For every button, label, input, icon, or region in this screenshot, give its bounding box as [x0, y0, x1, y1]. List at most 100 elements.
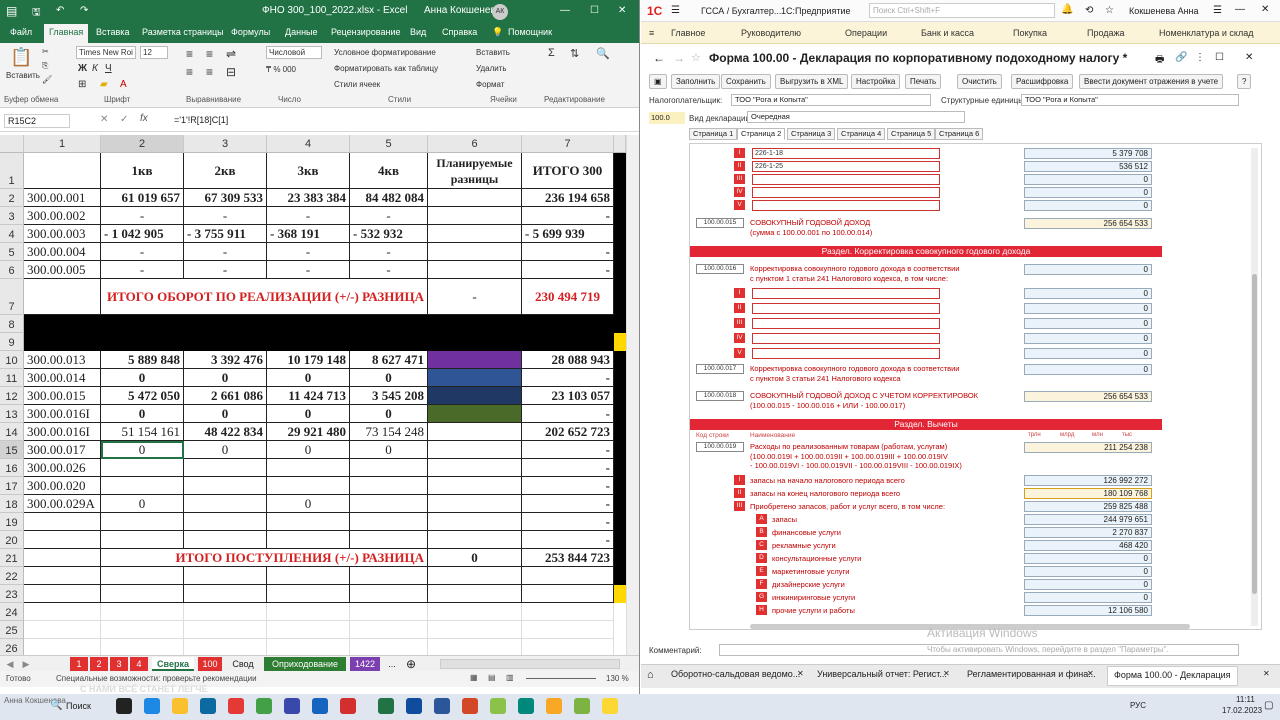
cell-header-planned[interactable]: Планируемые разницы: [428, 153, 522, 189]
cell-r3-c7[interactable]: -: [522, 207, 614, 225]
cell-r20-c1[interactable]: [24, 531, 101, 549]
nav-main[interactable]: Главное: [671, 28, 705, 38]
row-header-16[interactable]: 16: [0, 459, 24, 477]
amount-field[interactable]: 0: [1024, 592, 1152, 603]
cell-r15-c4[interactable]: 0: [267, 441, 350, 459]
font-color-icon[interactable]: A: [120, 79, 127, 90]
app-icon-green[interactable]: [256, 698, 272, 714]
app-icon-android[interactable]: [574, 698, 590, 714]
r017-value[interactable]: 0: [1024, 364, 1152, 375]
maximize-icon[interactable]: ☐: [590, 5, 599, 16]
link-icon[interactable]: 🔗: [1175, 52, 1187, 63]
cell-r5-c5[interactable]: -: [350, 243, 428, 261]
cell-r16-c3[interactable]: [184, 459, 267, 477]
cell-r3-c4[interactable]: -: [267, 207, 350, 225]
empty-cell[interactable]: [267, 585, 350, 603]
italic-button[interactable]: К: [92, 63, 98, 74]
cell-r19-c1[interactable]: [24, 513, 101, 531]
cell-r20-c5[interactable]: [350, 531, 428, 549]
number-format-select[interactable]: Числовой: [266, 46, 322, 59]
cell-r3-c5[interactable]: -: [350, 207, 428, 225]
r015-value[interactable]: 256 654 533: [1024, 218, 1152, 229]
cell-r19-c7[interactable]: -: [522, 513, 614, 531]
row-header-12[interactable]: 12: [0, 387, 24, 405]
row-header-22[interactable]: 22: [0, 567, 24, 585]
empty-cell[interactable]: [350, 567, 428, 585]
empty-cell[interactable]: [184, 603, 267, 621]
cell-r14-c7[interactable]: 202 652 723: [522, 423, 614, 441]
cell-r12-c5[interactable]: 3 545 208: [350, 387, 428, 405]
sheet-tab-1[interactable]: 1: [70, 657, 88, 671]
save-icon[interactable]: 🖫: [32, 5, 41, 22]
cell-r11-c4[interactable]: 0: [267, 369, 350, 387]
sheet-tab-more[interactable]: ...: [384, 657, 400, 671]
total-receipts-label[interactable]: ИТОГО ПОСТУПЛЕНИЯ (+/-) РАЗНИЦА: [101, 549, 428, 567]
cell-r17-c1[interactable]: 300.00.020: [24, 477, 101, 495]
cut-icon[interactable]: ✂: [42, 47, 49, 56]
cell-r17-c7[interactable]: -: [522, 477, 614, 495]
empty-cell[interactable]: [350, 585, 428, 603]
word-icon[interactable]: [434, 698, 450, 714]
record-app-icon[interactable]: [116, 698, 132, 714]
col-header-2[interactable]: 2: [101, 135, 184, 153]
cell-r16-c5[interactable]: [350, 459, 428, 477]
edge-icon[interactable]: [144, 698, 160, 714]
cell-r17-c4[interactable]: [267, 477, 350, 495]
cell-r5-c4[interactable]: -: [267, 243, 350, 261]
empty-cell[interactable]: [428, 567, 522, 585]
cell-r5-c3[interactable]: -: [184, 243, 267, 261]
amount-field[interactable]: 2 270 837: [1024, 527, 1152, 538]
amount-field[interactable]: 12 106 580: [1024, 605, 1152, 616]
tab-home[interactable]: Главная: [44, 24, 89, 43]
cell-r6-c7[interactable]: -: [522, 261, 614, 279]
accessibility-status[interactable]: Специальные возможности: проверьте реком…: [56, 674, 257, 683]
empty-cell[interactable]: [428, 603, 522, 621]
cell-r5-c2[interactable]: -: [101, 243, 184, 261]
form-scrollbar-thumb[interactable]: [1252, 274, 1257, 594]
col-header-4[interactable]: 4: [267, 135, 350, 153]
vertical-scrollbar[interactable]: [626, 135, 639, 655]
sheet-tab-oprihodovanie[interactable]: Оприходование: [264, 657, 346, 671]
nav-manager[interactable]: Руководителю: [741, 28, 801, 38]
sheet-tab-2[interactable]: 2: [90, 657, 108, 671]
cell-r11-c1[interactable]: 300.00.014: [24, 369, 101, 387]
empty-cell[interactable]: [428, 585, 522, 603]
amount-field[interactable]: 0: [1024, 288, 1152, 299]
cell-r6-c5[interactable]: -: [350, 261, 428, 279]
r019-value[interactable]: 211 254 238: [1024, 442, 1152, 453]
name-box[interactable]: R15C2: [4, 114, 70, 128]
empty-cell[interactable]: [184, 585, 267, 603]
tab-formulas[interactable]: Формулы: [231, 27, 270, 37]
cell-r2-c7[interactable]: 236 194 658: [522, 189, 614, 207]
row-header-24[interactable]: 24: [0, 603, 24, 621]
cell-a7[interactable]: [24, 279, 101, 315]
cell-r6-c1[interactable]: 300.00.005: [24, 261, 101, 279]
fx-icon[interactable]: fx: [140, 113, 148, 124]
total-turnover-label[interactable]: ИТОГО ОБОРОТ ПО РЕАЛИЗАЦИИ (+/-) РАЗНИЦА: [101, 279, 428, 315]
close-icon[interactable]: ✕: [618, 5, 626, 16]
forward-icon[interactable]: →: [673, 51, 685, 65]
cell-r19-c3[interactable]: [184, 513, 267, 531]
r016-value[interactable]: 0: [1024, 264, 1152, 275]
amount-field[interactable]: 0: [1024, 553, 1152, 564]
format-as-table-button[interactable]: Форматировать как таблицу: [334, 64, 438, 73]
cell-r10-c1[interactable]: 300.00.013: [24, 351, 101, 369]
cell-r14-c4[interactable]: 29 921 480: [267, 423, 350, 441]
amount-field[interactable]: 5 379 708: [1024, 148, 1152, 159]
nav-purchase[interactable]: Покупка: [1013, 28, 1047, 38]
font-size-select[interactable]: 12: [140, 46, 168, 59]
cell-r12-c2[interactable]: 5 472 050: [101, 387, 184, 405]
window-tab-reglament[interactable]: Регламентированная и фина...: [967, 669, 1096, 679]
cell-r2-c2[interactable]: 61 019 657: [101, 189, 184, 207]
app-icon-teal[interactable]: [518, 698, 534, 714]
cell-f7[interactable]: -: [428, 279, 522, 315]
tab-page-2[interactable]: Страница 2: [737, 128, 786, 140]
favorites-icon[interactable]: ☆: [1105, 5, 1114, 16]
taxpayer-field[interactable]: ТОО "Рога и Копыта": [731, 94, 931, 106]
form-close-icon[interactable]: ✕: [1245, 52, 1253, 63]
sheet-tab-svod[interactable]: Свод: [226, 657, 260, 671]
cell-r2-c1[interactable]: 300.00.001: [24, 189, 101, 207]
find-icon[interactable]: 🔍: [596, 47, 610, 60]
clock-time[interactable]: 11:11: [1236, 695, 1255, 704]
cell-r2-c4[interactable]: 23 383 384: [267, 189, 350, 207]
